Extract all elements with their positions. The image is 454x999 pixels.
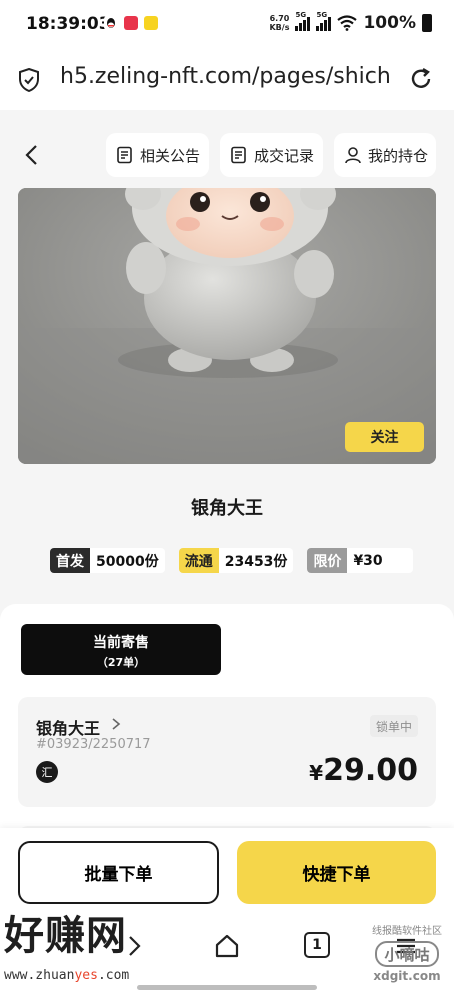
reload-icon[interactable] [408, 66, 434, 92]
watermark-url-b: yes [74, 968, 98, 983]
signal-1-label: 5G [295, 11, 307, 19]
listing-name: 银角大王 [36, 719, 101, 738]
holdings-button[interactable]: 我的持仓 [334, 133, 436, 177]
announcements-label: 相关公告 [140, 146, 201, 165]
tag-first-issue: 首发 50000份 [50, 548, 165, 573]
tag-value: 23453份 [224, 553, 288, 570]
watermark-right: 线报酷软件社区 小嘀咕 xdgit.com [364, 922, 450, 983]
tag-value: 50000份 [96, 553, 159, 570]
shield-icon[interactable] [18, 68, 40, 92]
notification-icons [104, 16, 158, 30]
qq-icon [104, 16, 118, 30]
signal-2-label: 5G [316, 11, 328, 19]
quick-order-button[interactable]: 快捷下单 [237, 841, 436, 904]
lock-status-badge: 锁单中 [369, 715, 418, 737]
listing-card[interactable]: 银角大王 #03923/2250717 汇 锁单中 ¥29.00 [18, 697, 436, 807]
weibo-icon [124, 16, 138, 30]
watermark-url-a: www.zhuan [4, 968, 75, 983]
browser-url-bar[interactable]: h5.zeling-nft.com/pages/shich [0, 50, 454, 110]
consign-title: 当前寄售 [93, 635, 149, 651]
price-value: 29.00 [323, 753, 418, 788]
tabs-button[interactable]: 1 [304, 932, 330, 958]
follow-button[interactable]: 关注 [345, 422, 424, 452]
listing-badge: 汇 [36, 761, 58, 783]
records-button[interactable]: 成交记录 [220, 133, 323, 177]
tag-key: 流通 [178, 548, 219, 573]
listing-price: ¥29.00 [309, 753, 418, 788]
records-label: 成交记录 [254, 146, 315, 165]
speed-unit: KB/s [269, 23, 290, 32]
url-text[interactable]: h5.zeling-nft.com/pages/shich [60, 64, 390, 89]
battery-icon [422, 14, 432, 32]
item-tags: 首发 50000份 流通 23453份 限价 ¥30 [50, 548, 414, 573]
watermark-brand: 好赚网 [4, 913, 127, 959]
consign-count: （27单） [96, 656, 146, 669]
back-arrow-icon[interactable] [18, 140, 48, 170]
meituan-icon [144, 16, 158, 30]
user-icon [345, 147, 361, 164]
wifi-icon [337, 15, 358, 31]
tag-key: 限价 [307, 548, 348, 573]
watermark-url: www.zhuanyes.com [4, 968, 129, 983]
watermark-right-top: 线报酷软件社区 [372, 926, 442, 937]
tag-value: ¥30 [353, 552, 383, 569]
announcements-button[interactable]: 相关公告 [106, 133, 209, 177]
status-bar: 18:39:03 6.70 KB/s 5G 5G 100% [0, 0, 454, 50]
watermark-url-c: .com [97, 968, 130, 983]
watermark-right-mid: 小嘀咕 [375, 941, 439, 967]
listing-serial: #03923/2250717 [36, 737, 151, 752]
speed-value: 6.70 [269, 14, 290, 23]
holdings-label: 我的持仓 [368, 146, 429, 165]
battery-text: 100% [363, 13, 416, 33]
status-right: 6.70 KB/s 5G 5G 100% [269, 11, 432, 33]
signal-2-icon: 5G [316, 11, 332, 31]
record-icon [231, 146, 246, 164]
currency-symbol: ¥ [309, 761, 324, 785]
current-consign-tab[interactable]: 当前寄售 （27单） [21, 624, 221, 675]
home-icon[interactable] [213, 932, 241, 960]
tag-price-limit: 限价 ¥30 [307, 548, 414, 573]
home-indicator[interactable] [137, 985, 317, 990]
chevron-right-icon [112, 718, 121, 730]
status-time: 18:39:03 [26, 14, 111, 34]
signal-1-icon: 5G [295, 11, 311, 31]
watermark-left: 好赚网 [4, 912, 194, 960]
batch-order-button[interactable]: 批量下单 [18, 841, 219, 904]
tag-key: 首发 [50, 548, 90, 573]
network-speed: 6.70 KB/s [269, 14, 289, 32]
document-icon [117, 146, 132, 164]
tag-circulation: 流通 23453份 [178, 548, 294, 573]
watermark-right-bottom: xdgit.com [373, 969, 441, 983]
item-title: 银角大王 [191, 498, 263, 519]
